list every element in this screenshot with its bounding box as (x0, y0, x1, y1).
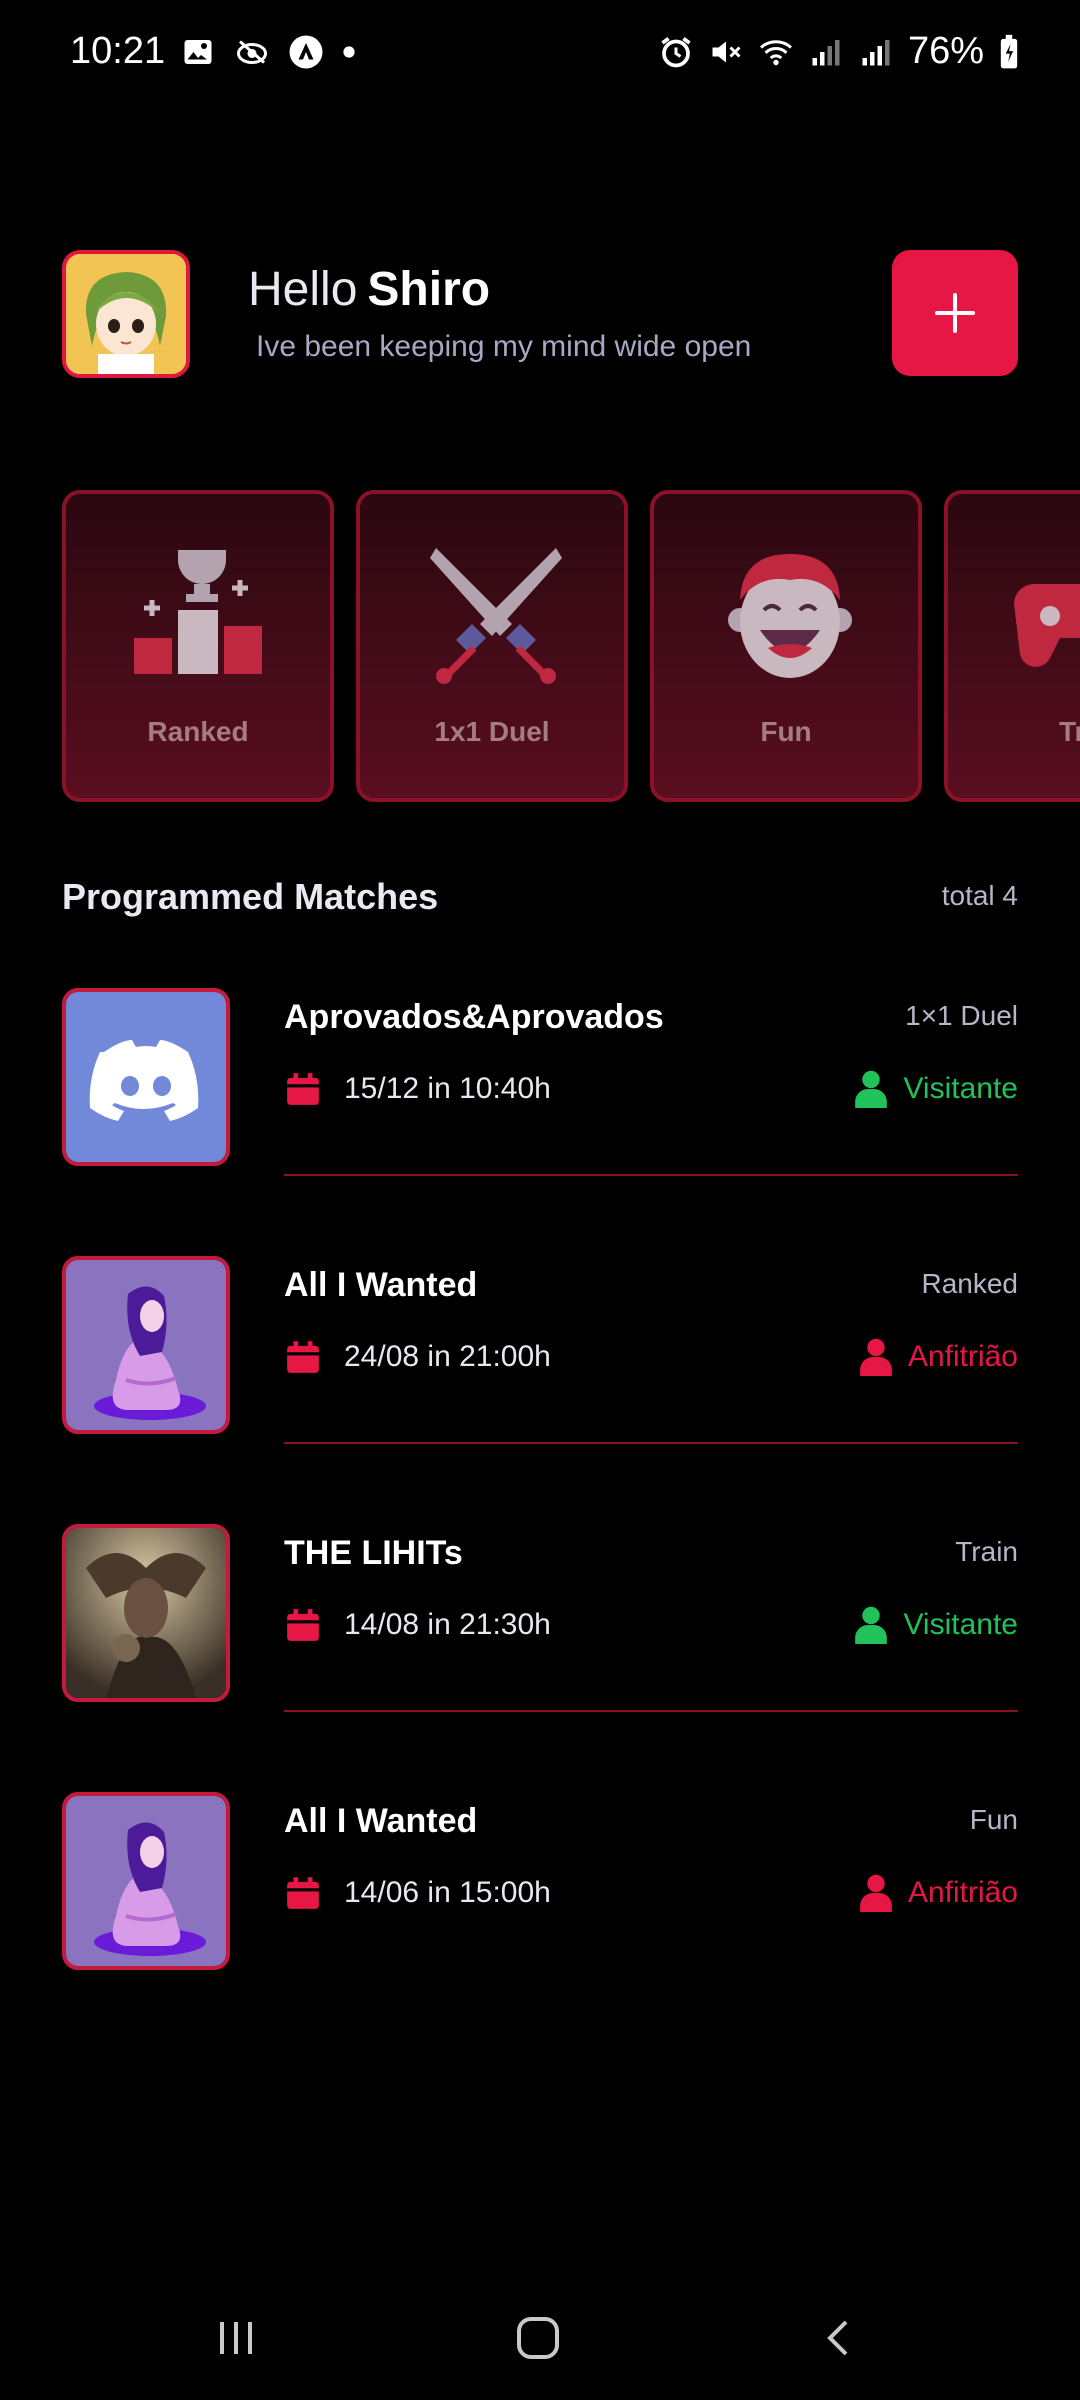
dark-fantasy-art-image (66, 1528, 226, 1698)
mute-icon (712, 41, 741, 62)
match-role-row: Visitante (855, 1070, 1018, 1108)
wifi-icon (759, 39, 792, 65)
match-item[interactable]: Aprovados&Aprovados 1×1 Duel 15/12 in 10… (62, 988, 1018, 1176)
category-card-ranked[interactable]: Ranked (62, 490, 334, 802)
match-role: Anfitrião (907, 1340, 1018, 1373)
match-role: Visitante (903, 1072, 1018, 1105)
home-button[interactable] (498, 2308, 578, 2368)
plus-icon (935, 293, 975, 333)
match-thumbnail (62, 1792, 230, 1970)
match-date: 14/08 in 21:30h (344, 1608, 551, 1641)
match-thumbnail (62, 1524, 230, 1702)
category-carousel[interactable]: Ranked 1x1 Duel Fun T (62, 490, 1080, 802)
status-bar: 10:21 76% (0, 0, 1080, 110)
match-role-row: Anfitrião (860, 1874, 1018, 1912)
signal-icon (862, 39, 890, 65)
user-icon (855, 1606, 888, 1644)
match-date-row: 14/06 in 15:00h (284, 1874, 551, 1912)
calendar-icon (287, 1877, 319, 1909)
calendar-icon (287, 1341, 319, 1373)
crossed-swords-icon (430, 548, 562, 684)
greeting-hello: Hello (248, 263, 358, 316)
match-role-row: Visitante (855, 1606, 1018, 1644)
match-thumbnail (62, 1256, 230, 1434)
match-role: Visitante (903, 1608, 1018, 1641)
alarm-icon (661, 36, 691, 67)
match-item[interactable]: THE LIHITs Train 14/08 in 21:30h Visitan… (62, 1524, 1018, 1712)
match-date: 15/12 in 10:40h (344, 1072, 551, 1105)
category-label: Fun (760, 716, 812, 747)
match-date-row: 15/12 in 10:40h (284, 1070, 551, 1108)
category-label: Ranked (147, 716, 249, 747)
calendar-icon (287, 1609, 319, 1641)
laughing-face-icon (728, 554, 852, 678)
match-date-row: 14/08 in 21:30h (284, 1606, 551, 1644)
match-mode: Ranked (921, 1268, 1018, 1299)
category-label: Tra (1058, 716, 1080, 747)
match-item[interactable]: All I Wanted Fun 14/06 in 15:00h Anfitri… (62, 1792, 1018, 1972)
status-time: 10:21 (70, 30, 166, 72)
user-status-subtitle: Ive been keeping my mind wide open (256, 330, 752, 363)
back-icon (827, 2320, 848, 2356)
category-card-train[interactable]: Tra (944, 490, 1080, 802)
user-avatar[interactable] (62, 250, 190, 378)
status-right-icons: 76% (658, 30, 1020, 73)
match-divider (284, 1442, 1018, 1444)
category-card-duel[interactable]: 1x1 Duel (356, 490, 628, 802)
purple-girl-art-image (66, 1260, 226, 1430)
status-left-icons (180, 34, 356, 70)
signal-icon (812, 39, 840, 65)
user-icon (860, 1338, 892, 1376)
match-title: Aprovados&Aprovados (284, 998, 664, 1036)
back-button[interactable] (800, 2308, 880, 2368)
match-divider (284, 1710, 1018, 1712)
match-date: 14/06 in 15:00h (344, 1876, 551, 1909)
category-card-fun[interactable]: Fun (650, 490, 922, 802)
recents-icon (220, 2322, 252, 2354)
user-icon (860, 1874, 892, 1912)
podium-icon (134, 550, 262, 674)
match-date: 24/08 in 21:00h (344, 1340, 551, 1373)
match-thumbnail (62, 988, 230, 1166)
match-title: THE LIHITs (284, 1534, 463, 1572)
match-role: Anfitrião (907, 1876, 1018, 1909)
gamepad-icon (1014, 584, 1080, 667)
discord-logo-icon (66, 992, 226, 1162)
purple-girl-art-image (66, 1796, 226, 1966)
match-divider (284, 1174, 1018, 1176)
category-label: 1x1 Duel (434, 716, 550, 747)
match-mode: Fun (969, 1804, 1018, 1835)
dot-icon (343, 46, 355, 58)
match-mode: 1×1 Duel (905, 1000, 1018, 1031)
match-item[interactable]: All I Wanted Ranked 24/08 in 21:00h Anfi… (62, 1256, 1018, 1444)
match-title: All I Wanted (284, 1802, 478, 1840)
match-date-row: 24/08 in 21:00h (284, 1338, 551, 1376)
match-role-row: Anfitrião (860, 1338, 1018, 1376)
calendar-icon (287, 1073, 319, 1105)
battery-icon (1000, 34, 1018, 68)
tag-icon (237, 40, 267, 64)
user-icon (855, 1070, 888, 1108)
user-name: Shiro (367, 263, 491, 316)
matches-total: total 4 (941, 880, 1018, 911)
match-title: All I Wanted (284, 1266, 478, 1304)
match-mode: Train (955, 1536, 1018, 1567)
system-navigation-bar (0, 2280, 1080, 2400)
greeting: Hello Shiro (248, 262, 490, 317)
battery-percent: 76% (907, 30, 984, 72)
alert-a-icon (289, 35, 323, 69)
recents-button[interactable] (196, 2308, 276, 2368)
add-match-button[interactable] (892, 250, 1018, 376)
anime-girl-avatar-image (66, 254, 186, 374)
home-icon (517, 2317, 559, 2359)
image-icon (184, 40, 212, 64)
programmed-matches-title: Programmed Matches (62, 876, 439, 917)
